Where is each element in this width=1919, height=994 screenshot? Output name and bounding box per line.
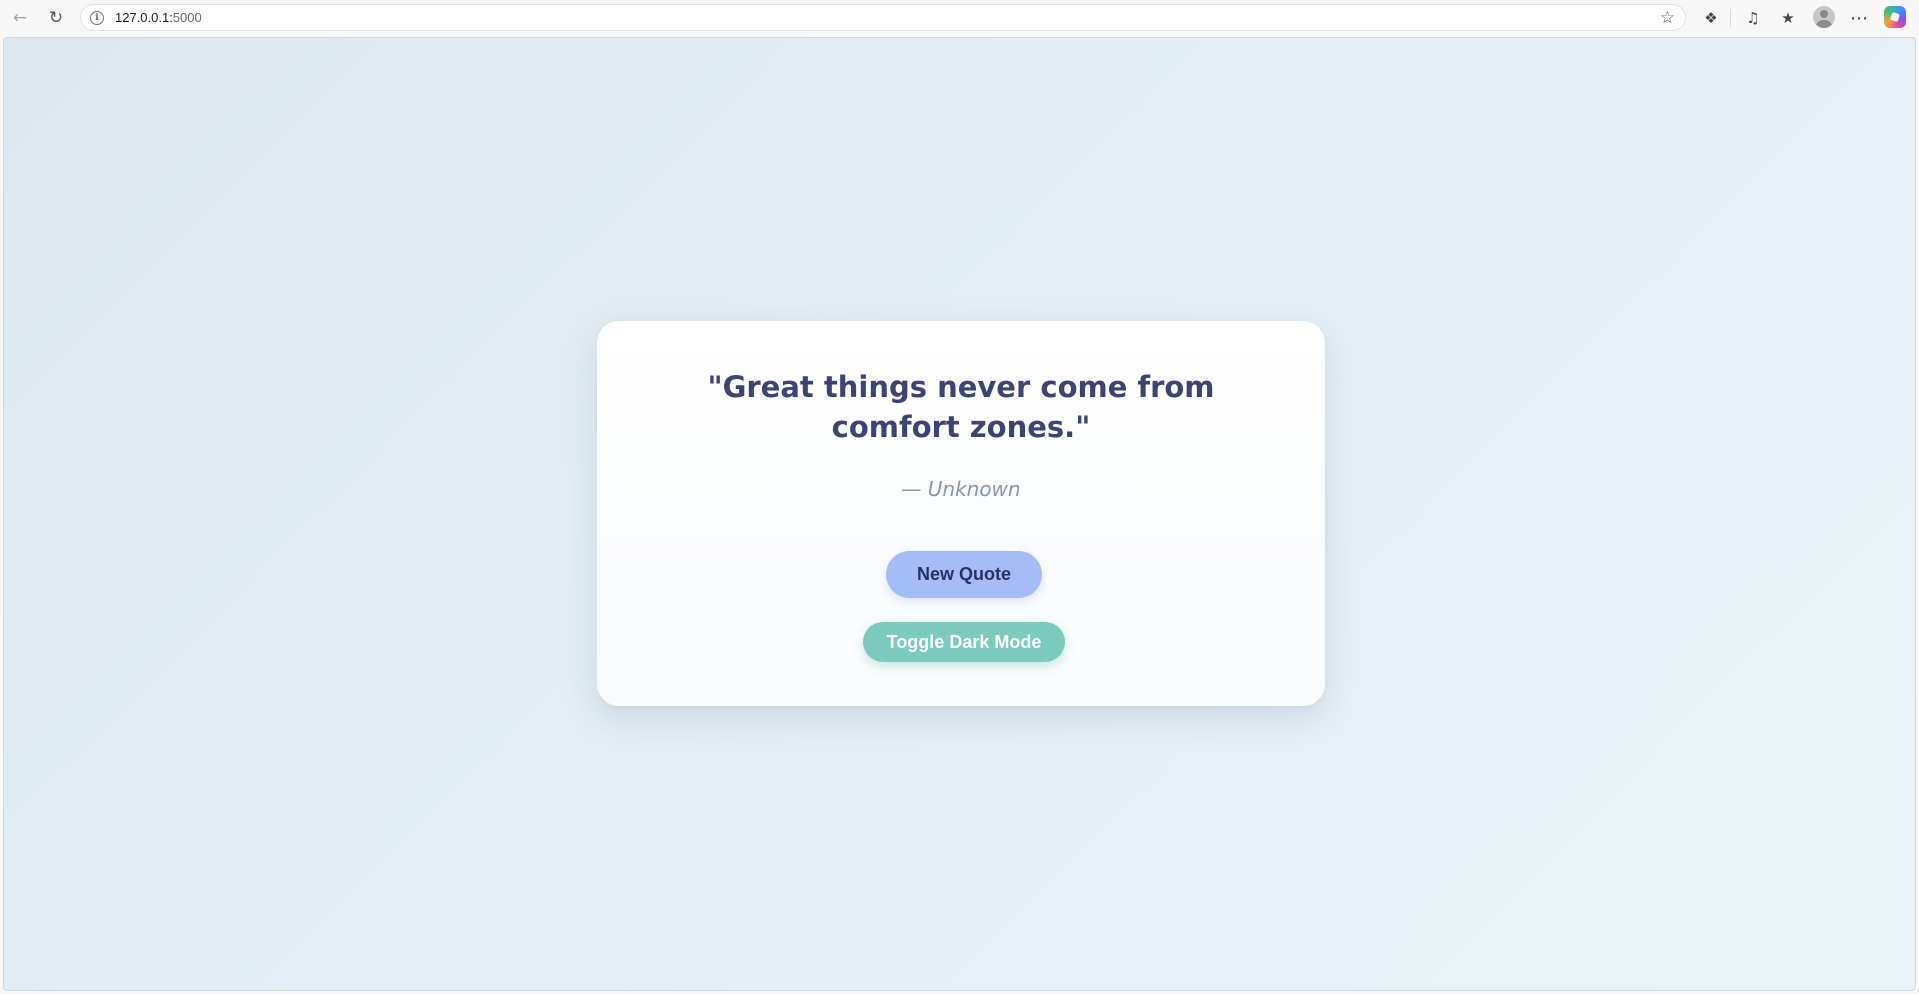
new-quote-button[interactable]: New Quote [886,551,1042,598]
more-menu-icon[interactable]: ⋯ [1846,6,1872,30]
extensions-puzzle-icon[interactable]: ❖ [1698,6,1724,30]
toggle-dark-mode-button[interactable]: Toggle Dark Mode [863,622,1065,662]
quote-text: "Great things never come from comfort zo… [707,370,1215,444]
copilot-icon[interactable] [1884,6,1906,28]
url-port: 5000 [172,10,202,25]
favorite-star-icon[interactable]: ☆ [1660,8,1675,28]
site-info-icon[interactable]: i [90,11,104,25]
quote-author: — Unknown [901,477,1021,501]
favorites-collection-icon[interactable]: ★ [1775,6,1801,30]
quote-card: "Great things never come from comfort zo… [597,321,1325,706]
address-bar[interactable]: i 127.0.0.1:5000 ☆ [80,4,1686,31]
page-viewport: "Great things never come from comfort zo… [3,37,1916,991]
browser-toolbar: ← ↻ i 127.0.0.1:5000 ☆ ❖ ♫ ★ ⋯ [0,0,1919,36]
toolbar-divider [1730,9,1731,27]
reload-icon[interactable]: ↻ [42,6,70,30]
back-arrow-icon[interactable]: ← [6,6,34,30]
url-host: 127.0.0.1: [115,10,173,25]
media-music-icon[interactable]: ♫ [1740,6,1766,30]
url-text[interactable]: 127.0.0.1:5000 [115,10,202,25]
profile-avatar[interactable] [1813,6,1835,28]
